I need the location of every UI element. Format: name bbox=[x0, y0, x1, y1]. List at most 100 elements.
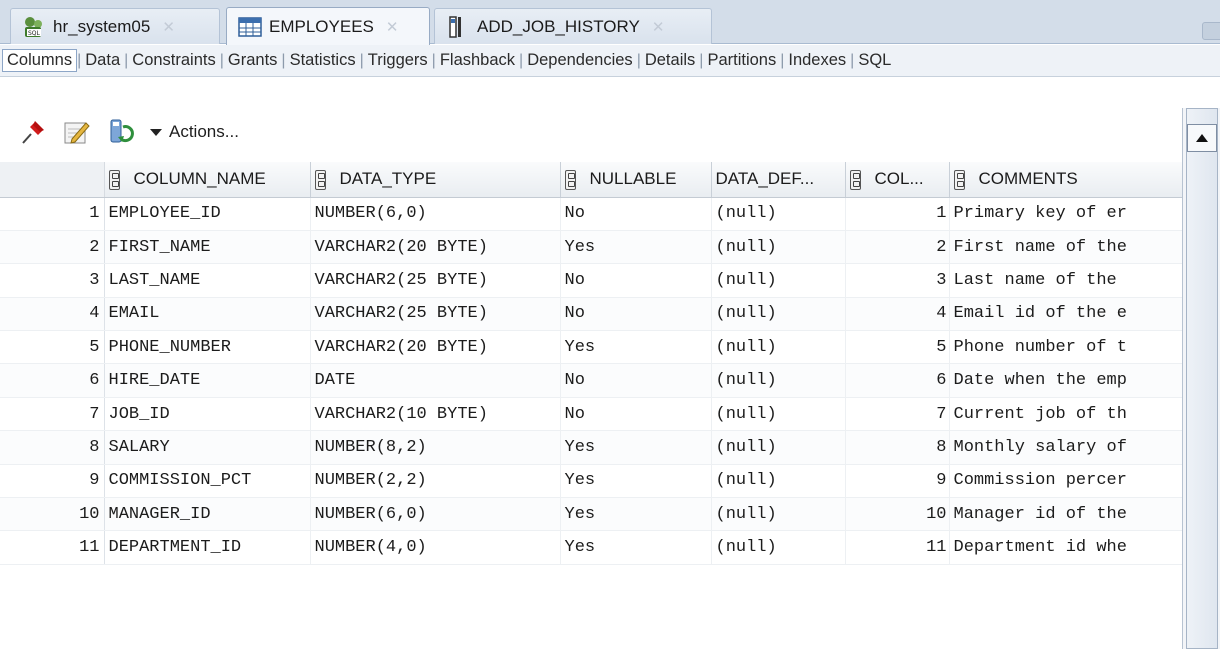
subtab-dependencies[interactable]: Dependencies bbox=[523, 51, 637, 70]
pin-column-icon[interactable] bbox=[953, 169, 965, 190]
data-default-cell[interactable]: (null) bbox=[711, 430, 846, 465]
column-id-cell[interactable]: 6 bbox=[845, 363, 950, 398]
nullable-cell[interactable]: No bbox=[560, 197, 712, 231]
subtab-triggers[interactable]: Triggers bbox=[364, 51, 432, 70]
column-id-cell[interactable]: 5 bbox=[845, 330, 950, 365]
data-default-cell[interactable]: (null) bbox=[711, 497, 846, 532]
data-type-cell[interactable]: NUMBER(6,0) bbox=[310, 197, 561, 231]
table-row[interactable]: 5 PHONE_NUMBER VARCHAR2(20 BYTE) Yes (null) 5… bbox=[0, 330, 1183, 365]
column-id-cell[interactable]: 10 bbox=[845, 497, 950, 532]
column-id-cell[interactable]: 4 bbox=[845, 297, 950, 332]
subtab-sql[interactable]: SQL bbox=[854, 51, 895, 70]
column-id-cell[interactable]: 1 bbox=[845, 197, 950, 231]
table-row[interactable]: 1 EMPLOYEE_ID NUMBER(6,0) No (null) 1 Primary … bbox=[0, 197, 1183, 231]
subtab-statistics[interactable]: Statistics bbox=[286, 51, 360, 70]
nullable-cell[interactable]: Yes bbox=[560, 430, 712, 465]
comments-cell[interactable]: Phone number of t bbox=[949, 330, 1183, 365]
data-type-cell[interactable]: DATE bbox=[310, 363, 561, 398]
column-id-cell[interactable]: 8 bbox=[845, 430, 950, 465]
subtab-grants[interactable]: Grants bbox=[224, 51, 282, 70]
vertical-scrollbar[interactable] bbox=[1182, 108, 1220, 649]
data-type-cell[interactable]: VARCHAR2(20 BYTE) bbox=[310, 330, 561, 365]
comments-cell[interactable]: Primary key of er bbox=[949, 197, 1183, 231]
nullable-cell[interactable]: No bbox=[560, 263, 712, 298]
tab-employees[interactable]: EMPLOYEES ✕ bbox=[226, 7, 430, 45]
data-default-cell[interactable]: (null) bbox=[711, 330, 846, 365]
column-id-cell[interactable]: 2 bbox=[845, 230, 950, 265]
tab-hr-system05[interactable]: SQL hr_system05 ✕ bbox=[10, 8, 220, 44]
table-row[interactable]: 7 JOB_ID VARCHAR2(10 BYTE) No (null) 7 Current… bbox=[0, 397, 1183, 432]
data-type-cell[interactable]: NUMBER(6,0) bbox=[310, 497, 561, 532]
subtab-details[interactable]: Details bbox=[641, 51, 699, 70]
maximize-button[interactable] bbox=[1202, 22, 1220, 40]
column-name-cell[interactable]: EMPLOYEE_ID bbox=[104, 197, 311, 231]
data-default-cell[interactable]: (null) bbox=[711, 230, 846, 265]
subtab-data[interactable]: Data bbox=[81, 51, 124, 70]
table-row[interactable]: 6 HIRE_DATE DATE No (null) 6 Date when the emp bbox=[0, 363, 1183, 398]
column-name-cell[interactable]: FIRST_NAME bbox=[104, 230, 311, 265]
tab-add-job-history[interactable]: ADD_JOB_HISTORY ✕ bbox=[434, 8, 712, 44]
pin-icon[interactable] bbox=[18, 117, 48, 147]
table-row[interactable]: 3 LAST_NAME VARCHAR2(25 BYTE) No (null) 3 Last… bbox=[0, 263, 1183, 298]
column-id-cell[interactable]: 3 bbox=[845, 263, 950, 298]
pin-column-icon[interactable] bbox=[849, 169, 861, 190]
pin-column-icon[interactable] bbox=[314, 169, 326, 190]
comments-cell[interactable]: Department id whe bbox=[949, 530, 1183, 565]
nullable-cell[interactable]: Yes bbox=[560, 497, 712, 532]
column-name-cell[interactable]: JOB_ID bbox=[104, 397, 311, 432]
table-row[interactable]: 8 SALARY NUMBER(8,2) Yes (null) 8 Monthly sala… bbox=[0, 430, 1183, 465]
table-row[interactable]: 9 COMMISSION_PCT NUMBER(2,2) Yes (null) 9 Comm… bbox=[0, 464, 1183, 499]
comments-cell[interactable]: Commission percer bbox=[949, 464, 1183, 499]
comments-cell[interactable]: Current job of th bbox=[949, 397, 1183, 432]
nullable-cell[interactable]: Yes bbox=[560, 530, 712, 565]
subtab-constraints[interactable]: Constraints bbox=[128, 51, 219, 70]
data-type-cell[interactable]: VARCHAR2(25 BYTE) bbox=[310, 297, 561, 332]
comments-cell[interactable]: Email id of the e bbox=[949, 297, 1183, 332]
data-type-cell[interactable]: NUMBER(2,2) bbox=[310, 464, 561, 499]
header-column-id[interactable]: COL... bbox=[845, 162, 950, 198]
column-name-cell[interactable]: LAST_NAME bbox=[104, 263, 311, 298]
header-nullable[interactable]: NULLABLE bbox=[560, 162, 712, 198]
column-name-cell[interactable]: DEPARTMENT_ID bbox=[104, 530, 311, 565]
close-icon[interactable]: ✕ bbox=[162, 18, 175, 36]
data-type-cell[interactable]: NUMBER(8,2) bbox=[310, 430, 561, 465]
nullable-cell[interactable]: Yes bbox=[560, 330, 712, 365]
nullable-cell[interactable]: Yes bbox=[560, 464, 712, 499]
data-default-cell[interactable]: (null) bbox=[711, 363, 846, 398]
pin-column-icon[interactable] bbox=[564, 169, 576, 190]
nullable-cell[interactable]: No bbox=[560, 297, 712, 332]
data-default-cell[interactable]: (null) bbox=[711, 464, 846, 499]
data-type-cell[interactable]: NUMBER(4,0) bbox=[310, 530, 561, 565]
nullable-cell[interactable]: No bbox=[560, 397, 712, 432]
data-type-cell[interactable]: VARCHAR2(20 BYTE) bbox=[310, 230, 561, 265]
column-name-cell[interactable]: PHONE_NUMBER bbox=[104, 330, 311, 365]
header-data-type[interactable]: DATA_TYPE bbox=[310, 162, 561, 198]
table-row[interactable]: 11 DEPARTMENT_ID NUMBER(4,0) Yes (null) 11 Dep… bbox=[0, 530, 1183, 565]
scroll-up-button[interactable] bbox=[1187, 124, 1217, 152]
table-row[interactable]: 10 MANAGER_ID NUMBER(6,0) Yes (null) 10 Manage… bbox=[0, 497, 1183, 532]
scroll-thumb[interactable] bbox=[1186, 108, 1218, 649]
data-default-cell[interactable]: (null) bbox=[711, 197, 846, 231]
data-default-cell[interactable]: (null) bbox=[711, 530, 846, 565]
comments-cell[interactable]: First name of the bbox=[949, 230, 1183, 265]
table-row[interactable]: 2 FIRST_NAME VARCHAR2(20 BYTE) Yes (null) 2 Fi… bbox=[0, 230, 1183, 265]
pin-column-icon[interactable] bbox=[108, 169, 120, 190]
column-name-cell[interactable]: SALARY bbox=[104, 430, 311, 465]
refresh-icon[interactable] bbox=[106, 117, 136, 147]
data-default-cell[interactable]: (null) bbox=[711, 397, 846, 432]
column-name-cell[interactable]: MANAGER_ID bbox=[104, 497, 311, 532]
data-type-cell[interactable]: VARCHAR2(25 BYTE) bbox=[310, 263, 561, 298]
comments-cell[interactable]: Last name of the bbox=[949, 263, 1183, 298]
column-name-cell[interactable]: COMMISSION_PCT bbox=[104, 464, 311, 499]
subtab-partitions[interactable]: Partitions bbox=[703, 51, 780, 70]
column-id-cell[interactable]: 11 bbox=[845, 530, 950, 565]
data-default-cell[interactable]: (null) bbox=[711, 263, 846, 298]
header-comments[interactable]: COMMENTS bbox=[949, 162, 1183, 198]
header-data-default[interactable]: DATA_DEF... bbox=[711, 162, 846, 198]
edit-icon[interactable] bbox=[62, 117, 92, 147]
comments-cell[interactable]: Date when the emp bbox=[949, 363, 1183, 398]
nullable-cell[interactable]: No bbox=[560, 363, 712, 398]
subtab-flashback[interactable]: Flashback bbox=[436, 51, 519, 70]
close-icon[interactable]: ✕ bbox=[386, 18, 399, 36]
subtab-indexes[interactable]: Indexes bbox=[784, 51, 850, 70]
